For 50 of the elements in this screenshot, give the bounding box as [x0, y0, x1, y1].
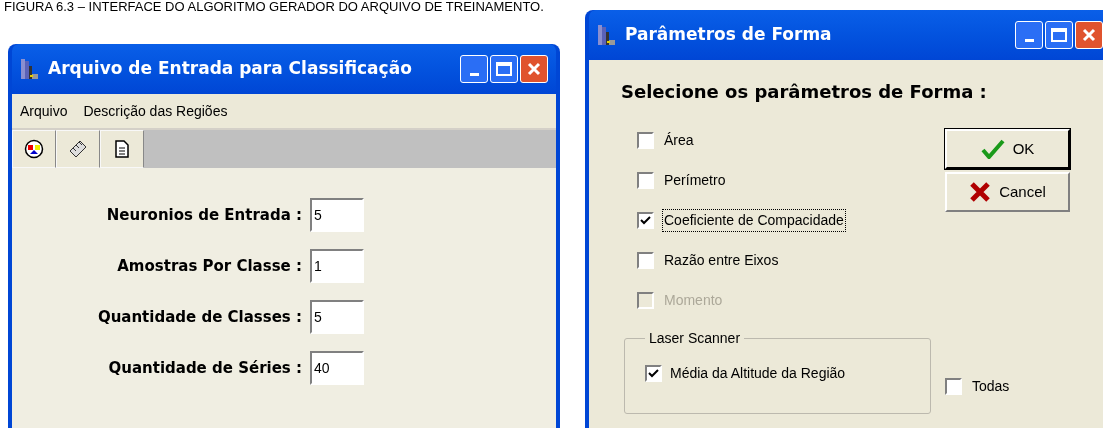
- checkbox-label: Razão entre Eixos: [663, 250, 780, 270]
- input-field[interactable]: 5: [310, 300, 364, 334]
- checkbox[interactable]: [945, 378, 962, 395]
- dialog-heading: Selecione os parâmetros de Forma :: [621, 80, 987, 104]
- app-icon: [597, 24, 617, 46]
- minimize-button[interactable]: [1015, 21, 1043, 49]
- checkbox[interactable]: [637, 171, 654, 189]
- maximize-button[interactable]: [1045, 21, 1073, 49]
- group-title: Laser Scanner: [648, 329, 742, 348]
- checkmark-icon: [640, 214, 651, 226]
- palette-icon: [24, 139, 44, 159]
- checkbox[interactable]: [637, 211, 654, 229]
- checkbox[interactable]: [637, 131, 654, 149]
- close-icon: [526, 61, 542, 77]
- document-icon: [114, 139, 130, 159]
- app-icon: [20, 58, 40, 80]
- window-title: Parâmetros de Forma: [625, 23, 833, 47]
- close-icon: [1081, 27, 1097, 43]
- toolbar-button[interactable]: [56, 130, 100, 168]
- field-label: Quantidade de Classes :: [96, 306, 302, 328]
- checkmark-icon: [648, 368, 659, 379]
- checkbox-label: Área: [663, 130, 695, 150]
- field-label: Quantidade de Séries :: [107, 357, 302, 379]
- field-label: Amostras Por Classe :: [116, 255, 302, 277]
- cross-icon: [969, 181, 992, 203]
- input-field[interactable]: 40: [310, 351, 364, 385]
- menu-item[interactable]: Descrição das Regiões: [83, 100, 228, 122]
- figure-caption: FIGURA 6.3 – INTERFACE DO ALGORITMO GERADOR DO ARQUIVO DE TREINAMENTO.: [4, 0, 544, 14]
- checkbox-label: Coeficiente de Compacidade: [662, 208, 846, 232]
- close-button[interactable]: [520, 55, 548, 83]
- minimize-button[interactable]: [460, 55, 488, 83]
- input-field[interactable]: 5: [310, 198, 364, 232]
- checkbox[interactable]: [645, 365, 662, 382]
- checkbox-label: Todas: [972, 377, 1010, 396]
- close-button[interactable]: [1075, 21, 1103, 49]
- field-label: Neuronios de Entrada :: [105, 204, 302, 226]
- input-field[interactable]: 1: [310, 249, 364, 283]
- ruler-icon: [68, 139, 88, 159]
- cancel-button[interactable]: Cancel: [945, 172, 1070, 212]
- maximize-button[interactable]: [490, 55, 518, 83]
- menu-item[interactable]: Arquivo: [20, 100, 68, 122]
- ok-button[interactable]: OK: [945, 129, 1070, 169]
- window-title: Arquivo de Entrada para Classificação: [48, 57, 413, 81]
- checkbox[interactable]: [637, 251, 654, 269]
- toolbar-button[interactable]: [100, 130, 144, 168]
- checkbox-label: Média da Altitude da Região: [670, 364, 846, 383]
- checkbox-label: Momento: [663, 290, 724, 310]
- check-icon: [980, 139, 1005, 159]
- toolbar-button[interactable]: [12, 130, 56, 168]
- checkbox-label: Perímetro: [663, 170, 727, 190]
